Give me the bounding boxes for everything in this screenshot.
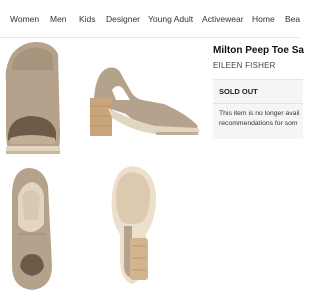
brand-link[interactable]: EILEEN FISHER bbox=[213, 61, 276, 70]
nav-item-home[interactable]: Home bbox=[252, 14, 275, 24]
sold-out-message-line: This item is no longer avail bbox=[219, 110, 300, 117]
shoe-sole-illustration bbox=[111, 166, 156, 284]
nav-item-men[interactable]: Men bbox=[50, 14, 67, 24]
nav-item-kids[interactable]: Kids bbox=[79, 14, 96, 24]
product-title: Milton Peep Toe Sa bbox=[213, 45, 304, 56]
sold-out-message-line: recommendations for som bbox=[219, 120, 298, 127]
nav-item-designer[interactable]: Designer bbox=[106, 14, 140, 24]
nav-item-beauty[interactable]: Beau bbox=[285, 14, 300, 24]
product-image-side[interactable] bbox=[86, 60, 206, 148]
nav-item-activewear[interactable]: Activewear bbox=[202, 14, 244, 24]
shoe-side-illustration bbox=[90, 67, 200, 136]
nav-item-women[interactable]: Women bbox=[10, 14, 39, 24]
product-image-front[interactable] bbox=[0, 40, 66, 162]
shoe-top-illustration bbox=[12, 168, 52, 290]
nav-item-young-adult[interactable]: Young Adult bbox=[148, 14, 193, 24]
sold-out-label: SOLD OUT bbox=[219, 87, 258, 96]
shoe-front-illustration bbox=[5, 42, 61, 154]
divider bbox=[213, 103, 303, 104]
sold-out-message: This item is no longer avail recommendat… bbox=[219, 109, 299, 129]
product-image-top[interactable] bbox=[8, 166, 54, 292]
sold-out-panel: SOLD OUT This item is no longer avail re… bbox=[213, 79, 303, 139]
product-image-sole[interactable] bbox=[108, 162, 160, 292]
department-nav: Women Men Kids Designer Young Adult Acti… bbox=[0, 0, 300, 38]
